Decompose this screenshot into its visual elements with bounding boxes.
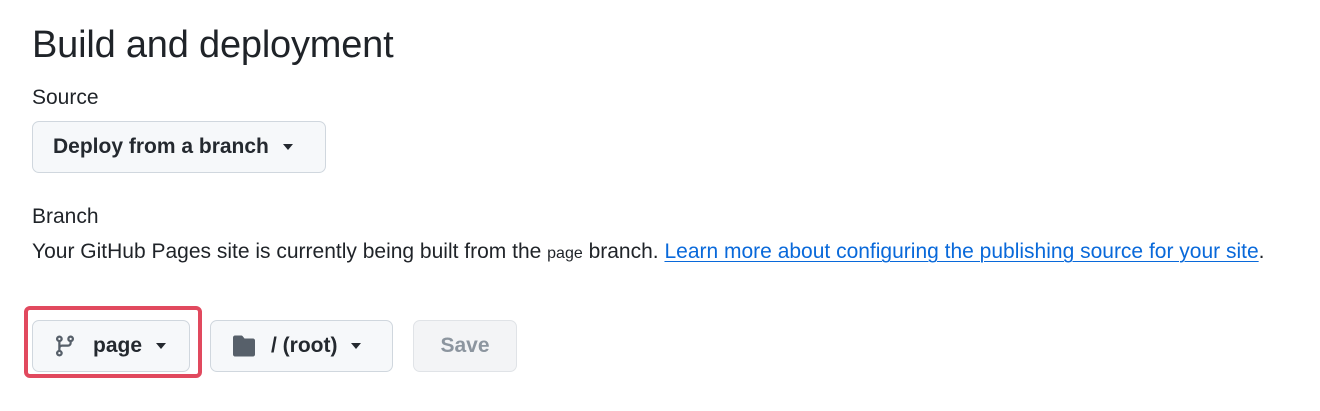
folder-icon <box>233 335 255 357</box>
branch-description: Your GitHub Pages site is currently bein… <box>32 234 1302 272</box>
learn-more-link[interactable]: Learn more about configuring the publish… <box>664 240 1258 263</box>
source-dropdown-value: Deploy from a branch <box>53 135 269 158</box>
branch-code: page <box>547 245 583 262</box>
triangle-down-icon <box>282 144 293 150</box>
triangle-down-icon <box>156 343 167 349</box>
description-suffix: branch. <box>582 240 665 263</box>
triangle-down-icon <box>351 343 362 349</box>
source-label: Source <box>32 86 99 109</box>
source-dropdown-button[interactable]: Deploy from a branch <box>32 121 326 173</box>
git-branch-icon <box>55 335 74 357</box>
description-prefix: Your GitHub Pages site is currently bein… <box>32 240 548 263</box>
save-button[interactable]: Save <box>413 320 517 372</box>
branch-label: Branch <box>32 205 99 228</box>
page-title: Build and deployment <box>32 24 394 66</box>
branch-select-value: page <box>93 334 143 357</box>
folder-select-value: / (root) <box>271 334 338 357</box>
branch-select-button[interactable]: page <box>32 320 190 372</box>
folder-select-button[interactable]: / (root) <box>210 320 393 372</box>
description-end: . <box>1258 240 1265 263</box>
